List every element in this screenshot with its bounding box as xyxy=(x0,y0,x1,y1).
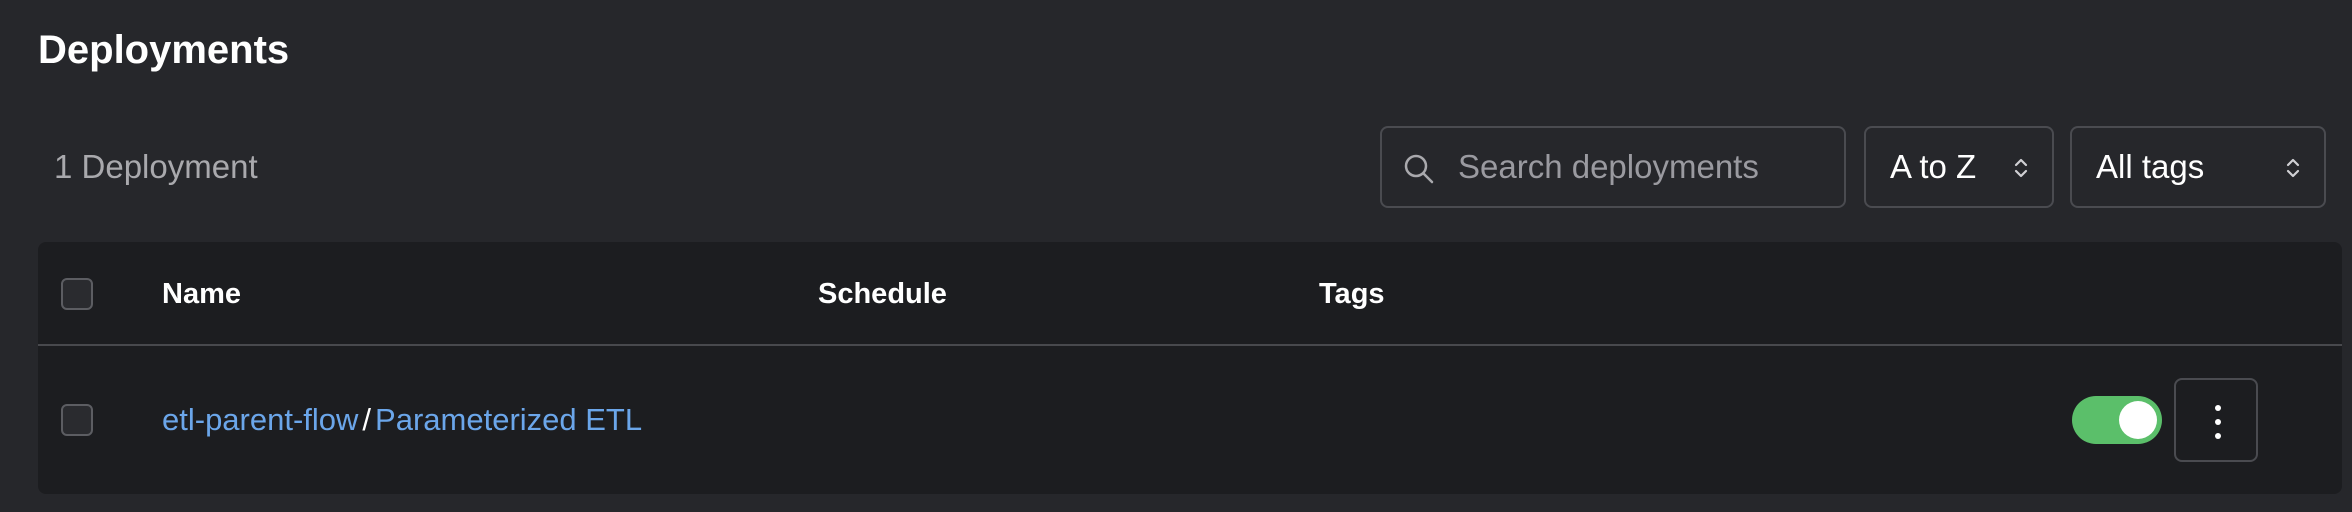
sort-select[interactable]: A to Z xyxy=(1864,126,2054,208)
deployments-table: Name Schedule Tags etl-parent-flow / Param… xyxy=(38,242,2342,494)
flow-name-link[interactable]: etl-parent-flow xyxy=(162,402,358,437)
deployment-name-link[interactable]: Parameterized ETL xyxy=(375,402,642,437)
sort-select-value: A to Z xyxy=(1890,148,1977,185)
table-row: etl-parent-flow / Parameterized ETL xyxy=(38,346,2342,494)
chevron-up-down-icon xyxy=(2286,158,2300,178)
select-all-checkbox[interactable] xyxy=(61,278,93,310)
search-icon xyxy=(1404,154,1434,184)
column-header-name[interactable]: Name xyxy=(162,242,241,346)
column-header-schedule[interactable]: Schedule xyxy=(818,242,947,346)
name-separator: / xyxy=(362,402,372,437)
chevron-up-down-icon xyxy=(2014,158,2028,178)
toggle-knob xyxy=(2119,401,2157,439)
deployments-page: Deployments 1 Deployment A to Z All tags… xyxy=(0,0,2352,512)
deployment-name-cell: etl-parent-flow / Parameterized ETL xyxy=(162,346,642,494)
search-input[interactable] xyxy=(1458,128,1828,206)
tags-select-value: All tags xyxy=(2096,148,2205,185)
deployment-count: 1 Deployment xyxy=(54,148,258,185)
row-select-checkbox[interactable] xyxy=(61,404,93,436)
table-header-row: Name Schedule Tags xyxy=(38,242,2342,346)
row-menu-button[interactable] xyxy=(2174,378,2258,462)
search-box[interactable] xyxy=(1380,126,1846,208)
tags-select[interactable]: All tags xyxy=(2070,126,2326,208)
vertical-ellipsis-icon xyxy=(2215,405,2221,439)
page-title: Deployments xyxy=(38,28,290,72)
deployment-active-toggle[interactable] xyxy=(2072,396,2162,444)
column-header-tags[interactable]: Tags xyxy=(1319,242,1385,346)
